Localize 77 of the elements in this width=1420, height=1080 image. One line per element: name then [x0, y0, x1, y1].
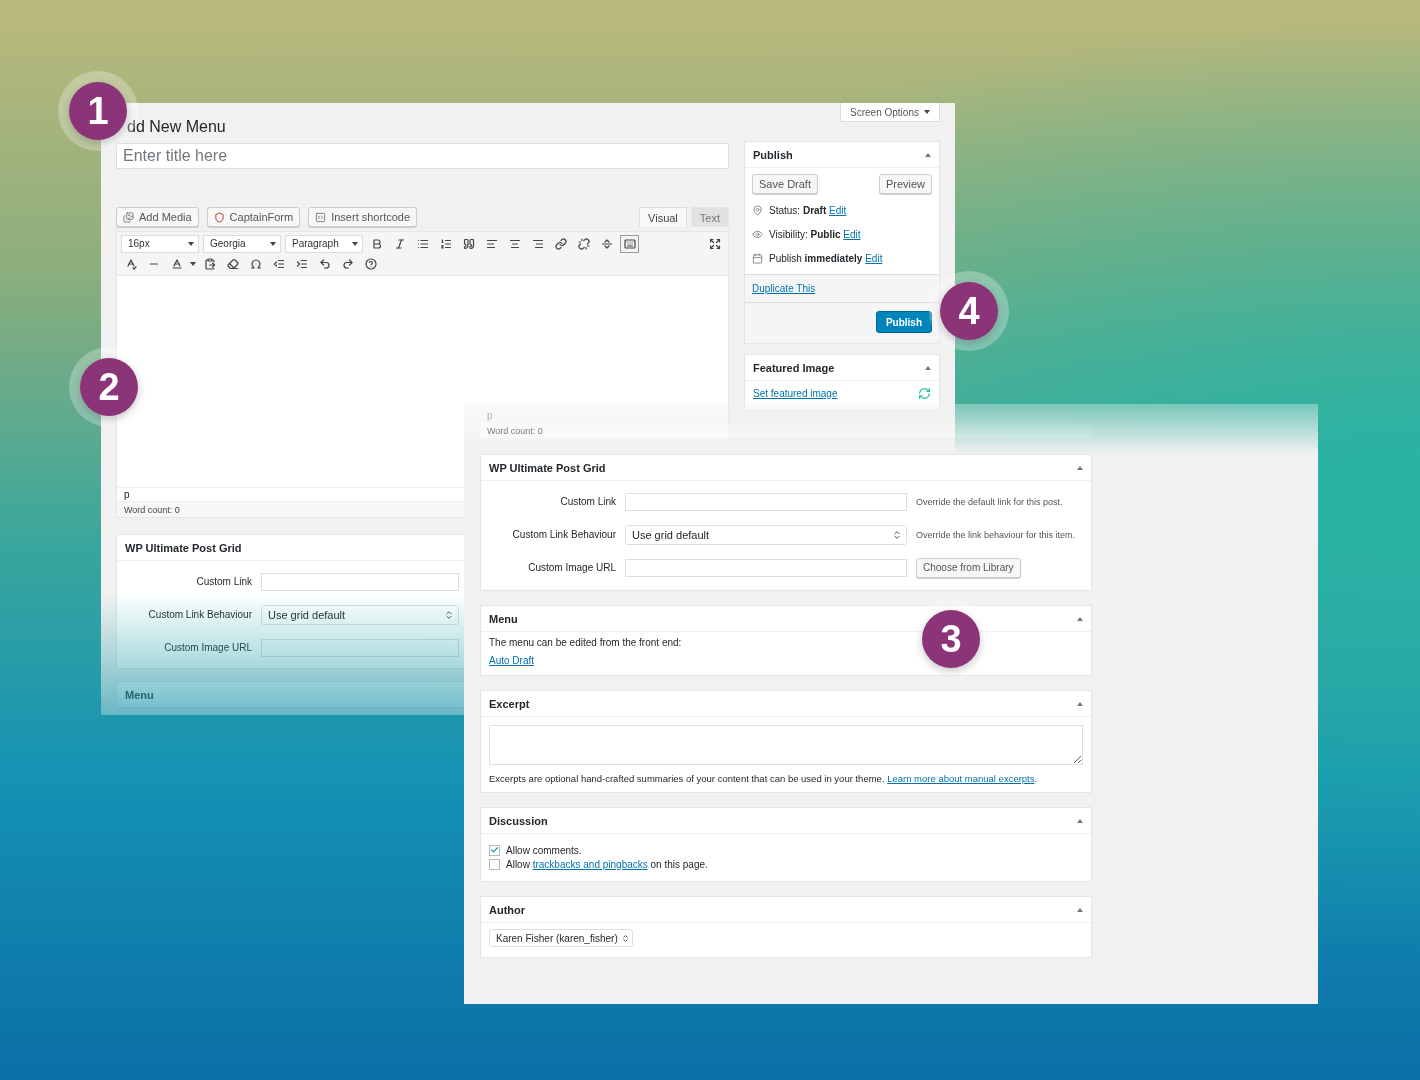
updown-icon	[892, 529, 902, 540]
publish-button[interactable]: Publish	[875, 311, 932, 333]
panel-title: WP Ultimate Post Grid	[125, 541, 242, 554]
field-hint: Override the link behaviour for this item.	[916, 529, 1077, 540]
updown-icon	[444, 609, 454, 620]
step-badge: 2	[80, 358, 138, 416]
field-label: Custom Image URL	[527, 562, 616, 573]
excerpt-hint: Excerpts are optional hand-crafted summaries of your content that can be used in your theme. Learn more about manual excerpts.	[489, 773, 1039, 784]
field-label: Custom Link Behaviour	[511, 529, 616, 540]
panel-title: Author	[489, 903, 526, 916]
panel-title: Publish	[753, 148, 793, 161]
field-label: Custom Link	[195, 576, 252, 587]
field-label: Custom Image URL	[163, 642, 252, 653]
collapse-icon[interactable]	[1077, 465, 1083, 470]
input-field[interactable]	[625, 492, 907, 511]
media-button[interactable]: Insert shortcode	[308, 207, 418, 227]
panel-title: Menu	[125, 688, 154, 701]
preview-button[interactable]: Preview	[878, 174, 932, 194]
editor-tab[interactable]: Text	[690, 207, 729, 227]
checkbox[interactable]	[489, 858, 500, 870]
panel-title: Featured Image	[753, 361, 835, 374]
save-draft-button[interactable]: Save Draft	[752, 174, 818, 194]
edit-link[interactable]: Edit	[843, 228, 861, 240]
checkbox[interactable]	[489, 844, 500, 856]
word-count: Word count: 0	[480, 422, 1092, 438]
edit-link[interactable]: Edit	[865, 252, 883, 264]
keyboard-icon[interactable]	[620, 234, 639, 253]
collapse-icon[interactable]	[1077, 701, 1083, 706]
input-field[interactable]	[261, 572, 459, 591]
editor-tab[interactable]: Visual	[639, 207, 687, 227]
eye-icon	[752, 228, 763, 240]
media-button[interactable]: CaptainForm	[206, 207, 301, 227]
media-button[interactable]: Add Media	[116, 207, 199, 227]
format-select[interactable]: Georgia	[203, 234, 281, 253]
title-field[interactable]: Enter title here	[116, 143, 729, 169]
publish-setting: Visibility: Public Edit	[769, 228, 861, 240]
checkbox-label: Allow trackbacks and pingbacks on this page.	[506, 858, 708, 870]
step-badge: 1	[69, 82, 127, 140]
panel-title: Menu	[489, 612, 518, 625]
auto-draft-link[interactable]: Auto Draft	[489, 655, 535, 666]
input-field[interactable]	[625, 558, 907, 577]
panel-title: Discussion	[489, 814, 548, 827]
select-field[interactable]: Use grid default	[625, 524, 907, 545]
field-hint: Override the default link for this post.	[916, 496, 1064, 507]
checkbox-label: Allow comments.	[506, 844, 582, 856]
input-field[interactable]	[261, 638, 459, 657]
collapse-icon[interactable]	[1077, 818, 1083, 823]
panel-title: Excerpt	[489, 697, 530, 710]
publish-setting: Publish immediately Edit	[769, 252, 883, 264]
updown-icon	[620, 933, 630, 943]
shortcode-icon	[315, 211, 327, 223]
trackbacks-link[interactable]: trackbacks and pingbacks	[532, 858, 648, 870]
collapse-icon[interactable]	[925, 152, 931, 157]
step-badge: 4	[940, 282, 998, 340]
field-label: Custom Link Behaviour	[147, 609, 252, 620]
media-icon	[123, 211, 134, 223]
collapse-icon[interactable]	[1077, 616, 1083, 621]
excerpts-link[interactable]: Learn more about manual excerpts	[887, 773, 1035, 784]
library-button[interactable]: Choose from Library	[916, 557, 1021, 578]
duplicate-link[interactable]: Duplicate This	[752, 283, 816, 294]
screen-options-tab[interactable]: Screen Options	[840, 103, 940, 122]
calendar-icon	[752, 252, 763, 264]
excerpt-field[interactable]	[489, 725, 1083, 765]
shield-icon	[213, 211, 225, 223]
panel-title: WP Ultimate Post Grid	[489, 461, 606, 474]
page-title: dd New Menu	[127, 117, 227, 137]
pin-icon	[752, 204, 763, 216]
collapse-icon[interactable]	[925, 365, 931, 370]
select-field[interactable]: Use grid default	[261, 604, 459, 625]
featured-image-link[interactable]: Set featured image	[753, 388, 838, 399]
format-select[interactable]: Paragraph	[285, 234, 363, 253]
author-select[interactable]: Karen Fisher (karen_fisher)	[489, 929, 633, 947]
format-select[interactable]: 16px	[121, 234, 199, 253]
publish-setting: Status: Draft Edit	[769, 204, 847, 216]
menu-text: The menu can be edited from the front end:	[489, 637, 683, 648]
collapse-icon[interactable]	[1077, 907, 1083, 912]
edit-link[interactable]: Edit	[829, 204, 847, 216]
